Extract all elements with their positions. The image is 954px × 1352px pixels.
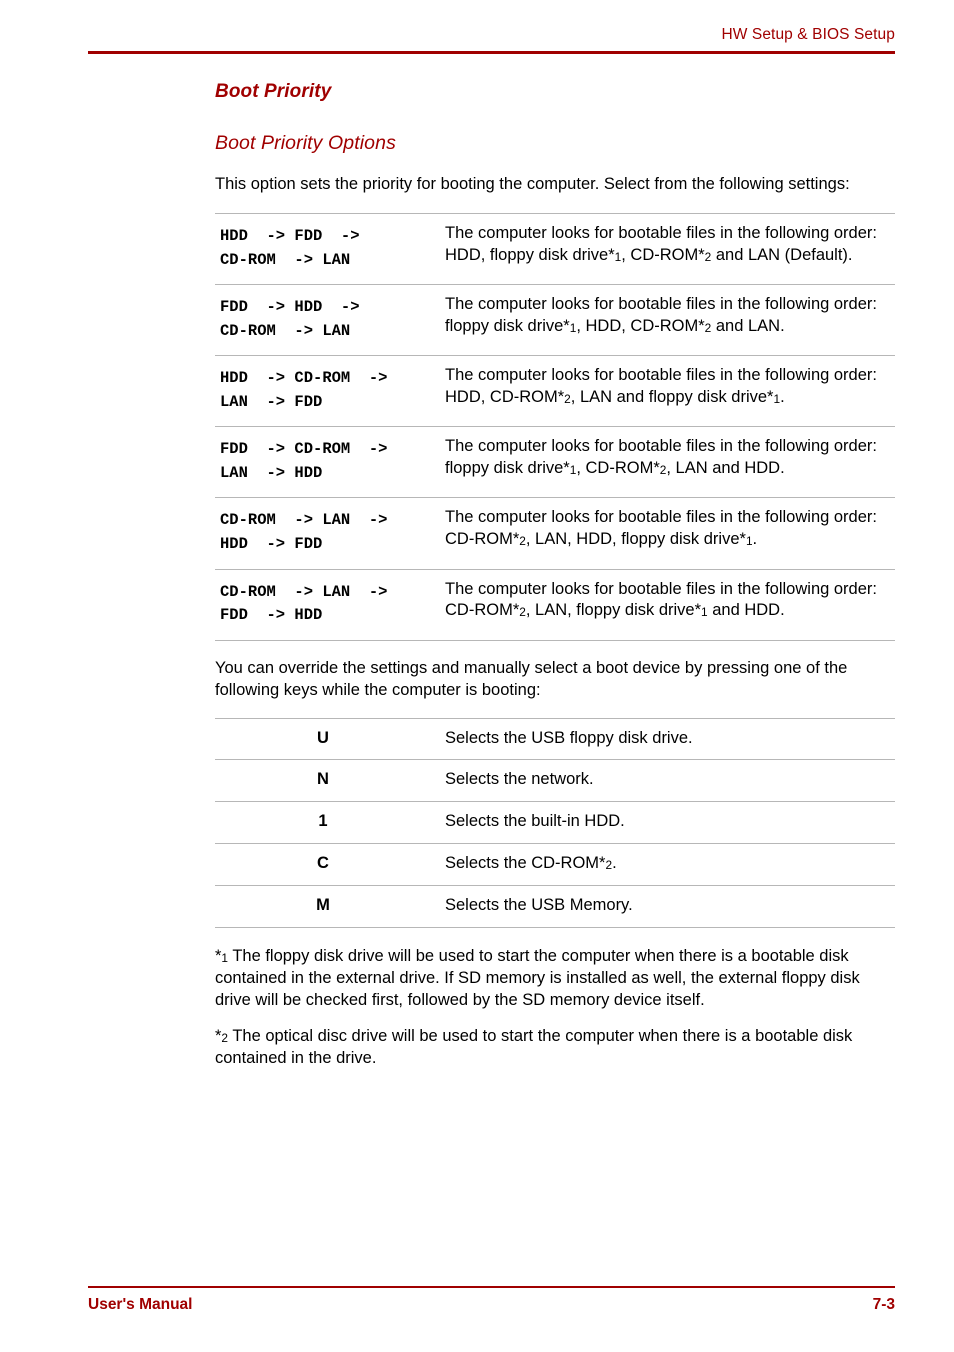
page-footer: User's Manual 7-3 [88, 1286, 895, 1314]
key-label: C [317, 854, 329, 873]
boot-option-line2: CD-ROM -> LAN [220, 321, 351, 340]
footnote-marker-number: 2 [519, 534, 526, 549]
boot-description-part-c: and LAN. [711, 317, 785, 336]
boot-description-part-c: . [780, 388, 785, 407]
key-description-part-a: Selects the built-in HDD. [445, 812, 625, 831]
footnote-marker: 2 [564, 388, 571, 406]
boot-option-line1: FDD -> HDD -> [220, 298, 360, 317]
footnote-marker-number: 2 [519, 605, 526, 620]
key-label: 1 [318, 812, 328, 831]
boot-option-line1: HDD -> CD-ROM -> [220, 369, 388, 388]
footnote-marker: *1 [215, 947, 228, 965]
table-row: CD-ROM -> LAN -> HDD -> FDD The computer… [215, 497, 895, 569]
boot-option-cell: CD-ROM -> LAN -> HDD -> FDD [215, 498, 445, 569]
key-description-part-a: Selects the CD-ROM* [445, 854, 606, 873]
key-label: U [317, 728, 329, 747]
key-label: N [317, 770, 329, 789]
page-number: 7-3 [872, 1296, 895, 1313]
boot-option-line2: HDD -> FDD [220, 534, 323, 553]
boot-option-line2: LAN -> HDD [220, 463, 323, 482]
boot-description-part-b: , LAN, floppy disk drive* [525, 601, 702, 620]
intro-paragraph: This option sets the priority for bootin… [215, 175, 850, 194]
key-description-part-a: Selects the USB floppy disk drive. [445, 728, 693, 747]
key-description: Selects the CD-ROM*2. [445, 844, 895, 886]
boot-override-keys-table-body: U Selects the USB floppy disk drive. N S… [215, 718, 895, 928]
boot-option-line2: LAN -> FDD [220, 392, 323, 411]
footnote-marker-number: 1 [745, 534, 753, 549]
key-label: M [316, 896, 330, 915]
boot-description-cell: The computer looks for bootable files in… [445, 356, 895, 427]
header-divider-rule [88, 50, 895, 54]
footer-row: User's Manual 7-3 [88, 1296, 895, 1314]
key-description: Selects the network. [445, 760, 895, 802]
boot-description-cell: The computer looks for bootable files in… [445, 569, 895, 640]
boot-description-part-c: and HDD. [707, 601, 785, 620]
footnote-1: *1 The floppy disk drive will be used to… [215, 946, 895, 1012]
footnote-text: The optical disc drive will be used to s… [215, 1027, 853, 1067]
table-row: U Selects the USB floppy disk drive. [215, 718, 895, 760]
boot-option-line2: CD-ROM -> LAN [220, 250, 351, 269]
subsection-title: Boot Priority Options [215, 131, 396, 154]
table-row: HDD -> CD-ROM -> LAN -> FDD The computer… [215, 355, 895, 427]
boot-priority-table: HDD -> FDD -> CD-ROM -> LAN The computer… [215, 213, 895, 641]
footnote-marker: 2 [519, 530, 526, 548]
footnote-marker: 1 [701, 601, 708, 619]
table-row: CD-ROM -> LAN -> FDD -> HDD The computer… [215, 569, 895, 641]
boot-description-cell: The computer looks for bootable files in… [445, 427, 895, 498]
boot-override-keys-table: U Selects the USB floppy disk drive. N S… [215, 718, 895, 929]
footnote-marker: 1 [746, 530, 753, 548]
boot-option-cell: HDD -> FDD -> CD-ROM -> LAN [215, 214, 445, 285]
table-row: M Selects the USB Memory. [215, 885, 895, 928]
boot-description-part-b: , LAN and floppy disk drive* [570, 388, 774, 407]
footnote-marker: *2 [215, 1027, 228, 1045]
header-title: HW Setup & BIOS Setup [721, 26, 895, 43]
boot-description-part-c: . [752, 530, 758, 549]
footer-manual-label: User's Manual [88, 1296, 193, 1313]
boot-option-line1: FDD -> CD-ROM -> [220, 440, 388, 459]
boot-option-cell: FDD -> CD-ROM -> LAN -> HDD [215, 427, 445, 498]
footnote-marker-number: 2 [564, 392, 571, 407]
boot-description-part-b: , HDD, CD-ROM* [576, 317, 705, 336]
key-description: Selects the USB Memory. [445, 886, 895, 928]
page-title: Boot Priority [215, 81, 332, 102]
boot-description-part-b: , CD-ROM* [576, 459, 660, 478]
boot-option-cell: FDD -> HDD -> CD-ROM -> LAN [215, 285, 445, 356]
boot-priority-table-body: HDD -> FDD -> CD-ROM -> LAN The computer… [215, 213, 895, 641]
key-description-part-b: . [612, 854, 617, 873]
page-header: HW Setup & BIOS Setup [88, 26, 895, 54]
boot-description-cell: The computer looks for bootable files in… [445, 498, 895, 569]
table-row: HDD -> FDD -> CD-ROM -> LAN The computer… [215, 213, 895, 285]
boot-description-cell: The computer looks for bootable files in… [445, 285, 895, 356]
boot-description-part-c: , LAN and HDD. [666, 459, 785, 478]
footer-divider-rule [88, 1286, 895, 1288]
boot-option-cell: CD-ROM -> LAN -> FDD -> HDD [215, 569, 445, 640]
boot-option-line1: HDD -> FDD -> [220, 227, 360, 246]
boot-option-cell: HDD -> CD-ROM -> LAN -> FDD [215, 356, 445, 427]
key-description: Selects the USB floppy disk drive. [445, 718, 895, 760]
table-row: FDD -> HDD -> CD-ROM -> LAN The computer… [215, 284, 895, 356]
key-description-part-a: Selects the network. [445, 770, 594, 789]
footnote-text: The floppy disk drive will be used to st… [215, 947, 860, 1010]
footnote-2: *2 The optical disc drive will be used t… [215, 1026, 895, 1070]
boot-description-cell: The computer looks for bootable files in… [445, 214, 895, 285]
boot-option-line2: FDD -> HDD [220, 606, 323, 625]
override-paragraph: You can override the settings and manual… [215, 658, 848, 699]
boot-description-part-c: and LAN (Default). [711, 246, 853, 264]
boot-option-line1: CD-ROM -> LAN -> [220, 582, 388, 601]
boot-description-part-b: , LAN, HDD, floppy disk drive* [525, 530, 746, 549]
table-row: C Selects the CD-ROM*2. [215, 843, 895, 886]
key-description-part-a: Selects the USB Memory. [445, 896, 633, 915]
boot-description-part-b: , CD-ROM* [621, 246, 705, 264]
table-row: FDD -> CD-ROM -> LAN -> HDD The computer… [215, 426, 895, 498]
table-row: N Selects the network. [215, 759, 895, 802]
key-description: Selects the built-in HDD. [445, 802, 895, 844]
footnote-marker-number: 1 [701, 605, 708, 620]
table-row: 1 Selects the built-in HDD. [215, 801, 895, 844]
boot-option-line1: CD-ROM -> LAN -> [220, 511, 388, 530]
footnote-marker: 2 [519, 601, 526, 619]
page-content: Boot Priority Boot Priority Options This… [215, 80, 895, 1070]
